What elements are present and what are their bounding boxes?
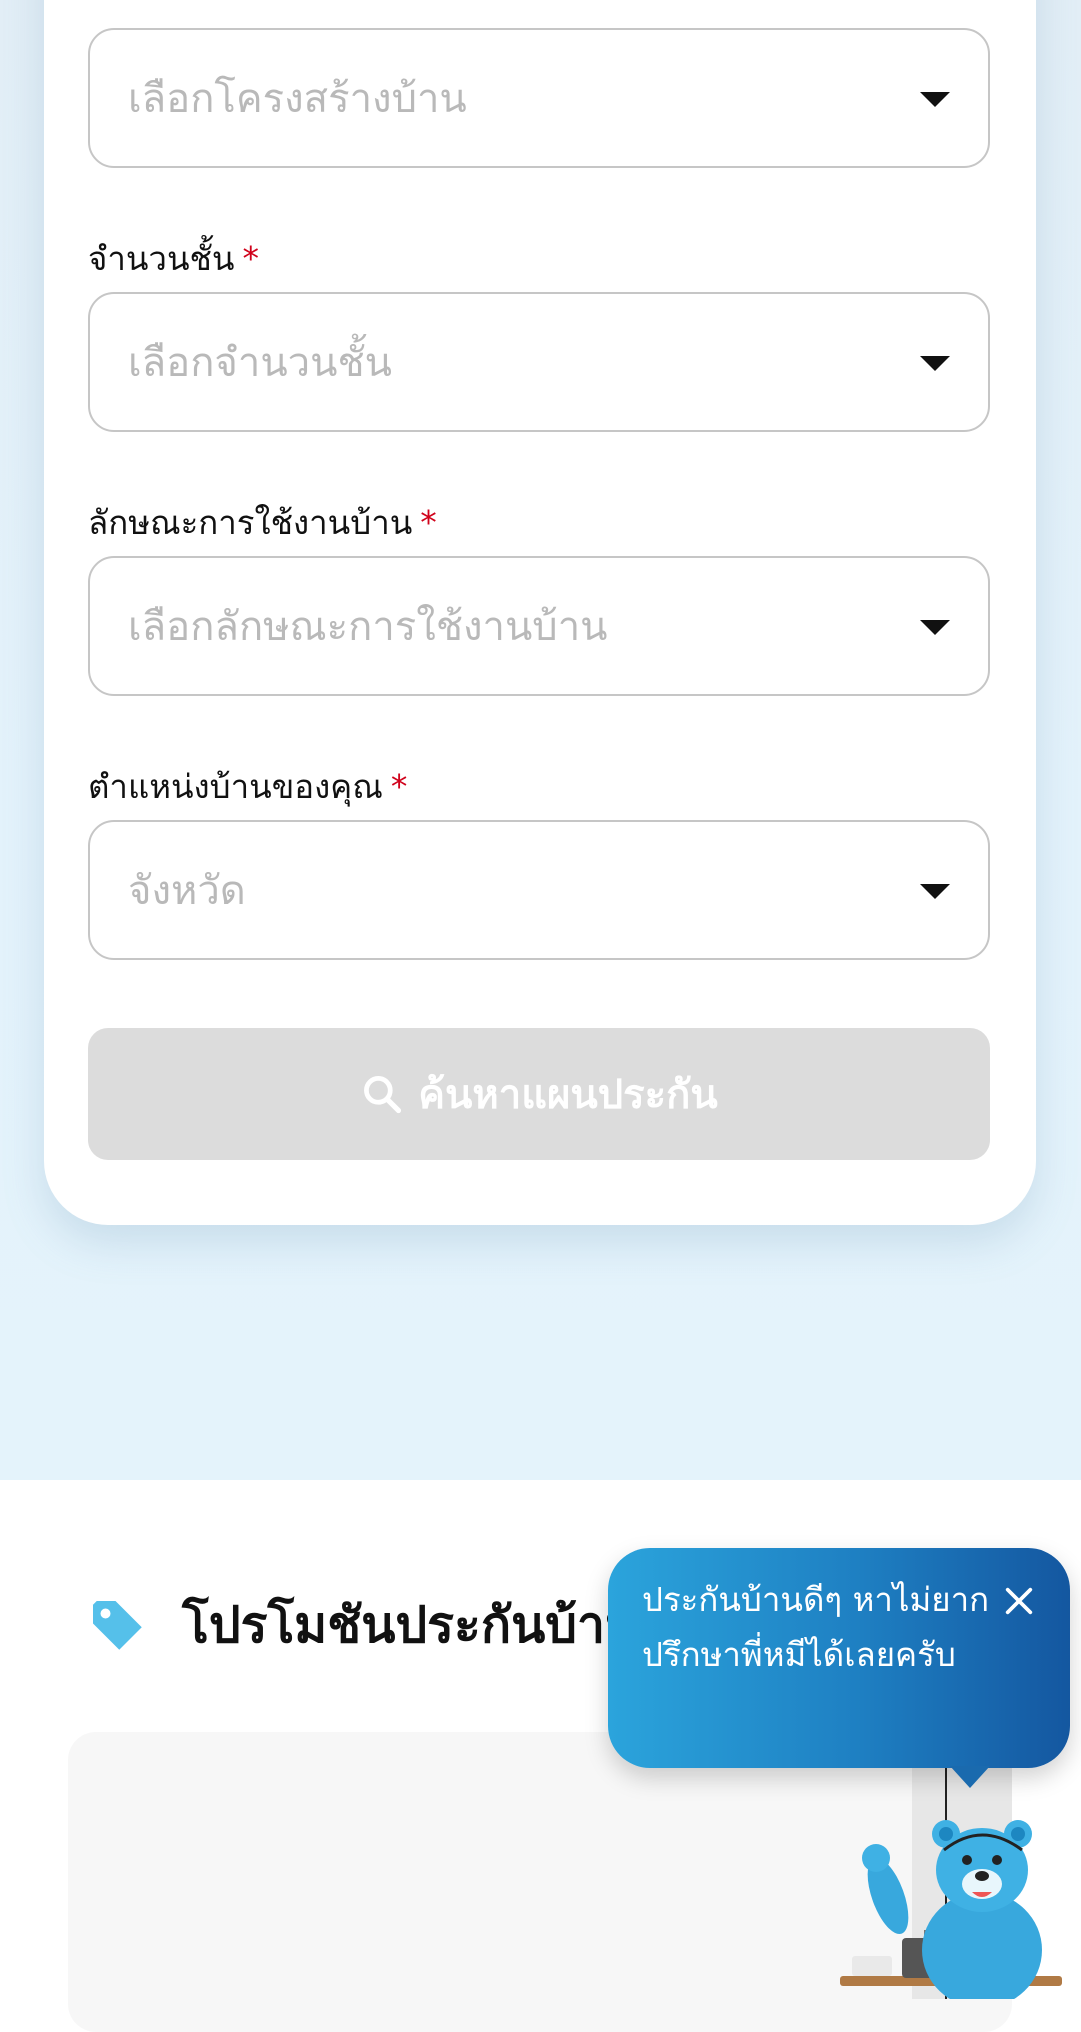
close-icon[interactable] — [1002, 1584, 1036, 1618]
usage-select[interactable]: เลือกลักษณะการใช้งานบ้าน — [88, 556, 990, 696]
chevron-down-icon — [920, 884, 950, 899]
location-label-text: ตำแหน่งบ้านของคุณ — [88, 767, 383, 806]
required-mark: * — [420, 503, 437, 542]
promotion-title: โปรโมชันประกันบ้าน — [182, 1596, 640, 1654]
required-mark: * — [242, 239, 259, 278]
location-label: ตำแหน่งบ้านของคุณ * — [88, 760, 407, 813]
chat-message: ประกันบ้านดีๆ หาไม่ยาก ปรึกษาพี่หมีได้เล… — [642, 1580, 990, 1674]
floors-placeholder: เลือกจำนวนชั้น — [128, 340, 392, 386]
usage-label: ลักษณะการใช้งานบ้าน * — [88, 496, 437, 549]
province-placeholder: จังหวัด — [128, 868, 246, 914]
structure-placeholder: เลือกโครงสร้างบ้าน — [128, 76, 467, 122]
province-select[interactable]: จังหวัด — [88, 820, 990, 960]
chevron-down-icon — [920, 620, 950, 635]
search-button-label: ค้นหาแผนประกัน — [418, 1073, 718, 1117]
chevron-down-icon — [920, 356, 950, 371]
search-plans-button[interactable]: ค้นหาแผนประกัน — [88, 1028, 990, 1160]
chat-bubble-tail — [950, 1766, 990, 1788]
floors-label: จำนวนชั้น * — [88, 232, 259, 285]
floors-label-text: จำนวนชั้น — [88, 239, 235, 278]
chevron-down-icon — [920, 92, 950, 107]
usage-placeholder: เลือกลักษณะการใช้งานบ้าน — [128, 604, 608, 650]
chat-bubble[interactable]: ประกันบ้านดีๆ หาไม่ยาก ปรึกษาพี่หมีได้เล… — [608, 1548, 1070, 1768]
structure-select[interactable]: เลือกโครงสร้างบ้าน — [88, 28, 990, 168]
usage-label-text: ลักษณะการใช้งานบ้าน — [88, 503, 413, 542]
bear-mascot-icon[interactable] — [832, 1800, 1062, 1999]
floors-select[interactable]: เลือกจำนวนชั้น — [88, 292, 990, 432]
search-icon — [364, 1076, 402, 1114]
tag-icon — [93, 1601, 142, 1650]
required-mark: * — [390, 767, 408, 806]
